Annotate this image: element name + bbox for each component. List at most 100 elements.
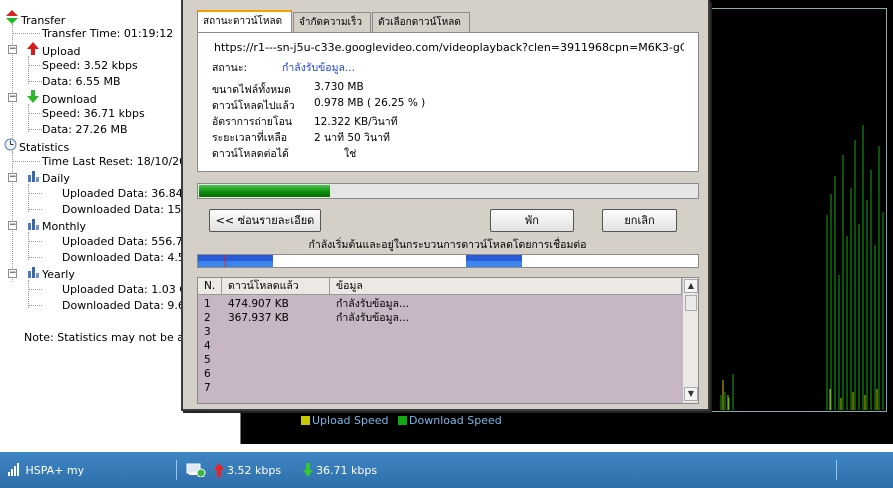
- time-remaining-value: 2 นาที 50 วินาที: [314, 132, 390, 144]
- tree-node-transfer[interactable]: Transfer: [5, 10, 65, 29]
- tree-node-daily-downloaded[interactable]: Downloaded Data: 159.2: [62, 202, 199, 218]
- transfer-rate-label: อัตราการถ่ายโอน: [212, 116, 293, 128]
- scroll-up-icon[interactable]: ▲: [684, 279, 698, 293]
- status-download-speed: 36.71 kbps: [316, 464, 378, 477]
- upload-legend-swatch: [301, 416, 310, 425]
- col-header-downloaded[interactable]: ดาวน์โหลดแล้ว: [222, 278, 330, 295]
- download-progress-fill: [199, 185, 330, 197]
- tree-node-time-last-reset[interactable]: Time Last Reset: 18/10/2014: [42, 154, 200, 170]
- tab-download-options[interactable]: ตัวเลือกดาวน์โหลด: [372, 12, 470, 33]
- file-size-value: 3.730 MB: [314, 81, 364, 93]
- tree-node-monthly-downloaded[interactable]: Downloaded Data: 4.59: [62, 250, 192, 266]
- tree-node-download-data[interactable]: Data: 27.26 MB: [42, 122, 128, 138]
- network-name: HSPA+ my: [25, 464, 85, 477]
- collapse-daily-toggle[interactable]: −: [8, 173, 17, 182]
- tree-node-upload[interactable]: Upload: [26, 42, 81, 58]
- upload-legend-label: Upload Speed: [312, 414, 389, 427]
- table-row[interactable]: 5: [198, 353, 682, 367]
- network-status[interactable]: HSPA+ my: [8, 463, 84, 477]
- row-number: 4: [204, 340, 211, 352]
- row-number: 7: [204, 382, 211, 394]
- table-row[interactable]: 6: [198, 367, 682, 381]
- status-speeds: 3.52 kbps 36.71 kbps: [186, 463, 378, 478]
- signal-bars-icon: [8, 463, 19, 476]
- status-label: สถานะ:: [212, 62, 248, 74]
- tree-node-upload-data[interactable]: Data: 6.55 MB: [42, 74, 121, 90]
- downloaded-value: 0.978 MB ( 26.25 % ): [314, 97, 426, 109]
- col-header-number[interactable]: N.: [198, 278, 222, 295]
- row-downloaded: 367.937 KB: [228, 312, 289, 324]
- table-row[interactable]: 1 474.907 KB กำลังรับข้อมูล...: [198, 297, 682, 311]
- network-adapter-icon: [186, 463, 206, 478]
- row-number: 2: [204, 312, 211, 324]
- download-info-panel: https://r1---sn-j5u-c33e.googlevideo.com…: [197, 32, 699, 172]
- collapse-download-toggle[interactable]: −: [8, 93, 17, 102]
- pause-button[interactable]: พัก: [490, 209, 574, 232]
- upload-arrow-icon: [26, 42, 40, 60]
- tree-node-daily-uploaded[interactable]: Uploaded Data: 36.84 M: [62, 186, 196, 202]
- segment-1: [198, 255, 273, 267]
- download-progress-bar: [197, 183, 699, 199]
- row-number: 3: [204, 326, 211, 338]
- resume-capability-label: ดาวน์โหลดต่อได้: [212, 148, 289, 160]
- tree-node-yearly[interactable]: Yearly: [26, 266, 75, 282]
- table-row[interactable]: 2 367.937 KB กำลังรับข้อมูล...: [198, 311, 682, 325]
- table-row[interactable]: 3: [198, 325, 682, 339]
- segment-2: [466, 255, 522, 267]
- tree-node-statistics[interactable]: Statistics: [3, 138, 69, 154]
- graph-legend: Upload Speed Download Speed: [301, 414, 502, 427]
- clock-icon: [3, 138, 17, 156]
- tree-node-download[interactable]: Download: [26, 90, 97, 106]
- bar-chart-icon: [26, 218, 40, 235]
- col-header-info[interactable]: ข้อมูล: [330, 278, 682, 295]
- row-number: 1: [204, 298, 211, 310]
- statistics-note: Note: Statistics may not be accu: [24, 331, 204, 344]
- tab-speed-limit[interactable]: จำกัดความเร็ว: [293, 12, 371, 33]
- tab-download-status[interactable]: สถานะดาวน์โหลด: [197, 10, 292, 33]
- tree-node-yearly-downloaded[interactable]: Downloaded Data: 9.64: [62, 298, 192, 314]
- connection-segments-bar: [197, 254, 699, 268]
- downloaded-label: ดาวน์โหลดไปแล้ว: [212, 100, 295, 112]
- download-arrow-icon: [302, 463, 313, 477]
- tree-node-upload-speed[interactable]: Speed: 3.52 kbps: [42, 58, 138, 74]
- row-downloaded: 474.907 KB: [228, 298, 289, 310]
- status-upload-speed: 3.52 kbps: [227, 464, 282, 477]
- tree-node-yearly-uploaded[interactable]: Uploaded Data: 1.03 GB: [62, 282, 195, 298]
- scroll-down-icon[interactable]: ▼: [684, 387, 698, 401]
- table-scrollbar[interactable]: ▲ ▼: [682, 278, 698, 403]
- time-remaining-label: ระยะเวลาที่เหลือ: [212, 132, 288, 144]
- download-legend-swatch: [398, 416, 408, 425]
- table-header: N. ดาวน์โหลดแล้ว ข้อมูล: [198, 278, 682, 295]
- transfer-rate-value: 12.322 KB/วินาที: [314, 116, 398, 128]
- hide-details-button[interactable]: << ซ่อนรายละเอียด: [209, 209, 321, 232]
- collapse-yearly-toggle[interactable]: −: [8, 269, 17, 278]
- bar-chart-icon: [26, 266, 40, 283]
- bar-chart-icon: [26, 170, 40, 187]
- collapse-monthly-toggle[interactable]: −: [8, 221, 17, 230]
- tree-node-monthly[interactable]: Monthly: [26, 218, 86, 234]
- status-value: กำลังรับข้อมูล...: [282, 62, 355, 74]
- download-legend-label: Download Speed: [409, 414, 502, 427]
- file-size-label: ขนาดไฟล์ทั้งหมด: [212, 84, 291, 96]
- transfer-arrows-icon: [5, 10, 19, 29]
- tree-node-transfer-time[interactable]: Transfer Time: 01:19:12: [42, 26, 173, 42]
- row-info: กำลังรับข้อมูล...: [336, 312, 409, 324]
- row-number: 5: [204, 354, 211, 366]
- cancel-button[interactable]: ยกเลิก: [602, 209, 677, 232]
- resume-capability-value: ใช่: [344, 148, 357, 160]
- connections-table: N. ดาวน์โหลดแล้ว ข้อมูล 1 474.907 KB กำลัง…: [197, 277, 699, 404]
- tree-node-download-speed[interactable]: Speed: 36.71 kbps: [42, 106, 145, 122]
- download-progress-dialog: สถานะดาวน์โหลด จำกัดความเร็ว ตัวเลือกดาว…: [181, 0, 710, 411]
- table-row[interactable]: 4: [198, 339, 682, 353]
- row-number: 6: [204, 368, 211, 380]
- tree-node-daily[interactable]: Daily: [26, 170, 70, 186]
- download-arrow-icon: [26, 90, 40, 108]
- collapse-upload-toggle[interactable]: −: [8, 45, 17, 54]
- row-info: กำลังรับข้อมูล...: [336, 298, 409, 310]
- table-row[interactable]: 7: [198, 381, 682, 395]
- status-bar: HSPA+ my 3.52 kbps 36.71 kbps: [0, 452, 893, 488]
- connection-message: กำลังเริ่มต้นและอยู่ในกระบวนการดาวน์โหลด…: [308, 239, 587, 251]
- scroll-thumb[interactable]: [685, 295, 697, 311]
- upload-arrow-icon: [213, 463, 224, 477]
- download-url: https://r1---sn-j5u-c33e.googlevideo.com…: [214, 41, 684, 54]
